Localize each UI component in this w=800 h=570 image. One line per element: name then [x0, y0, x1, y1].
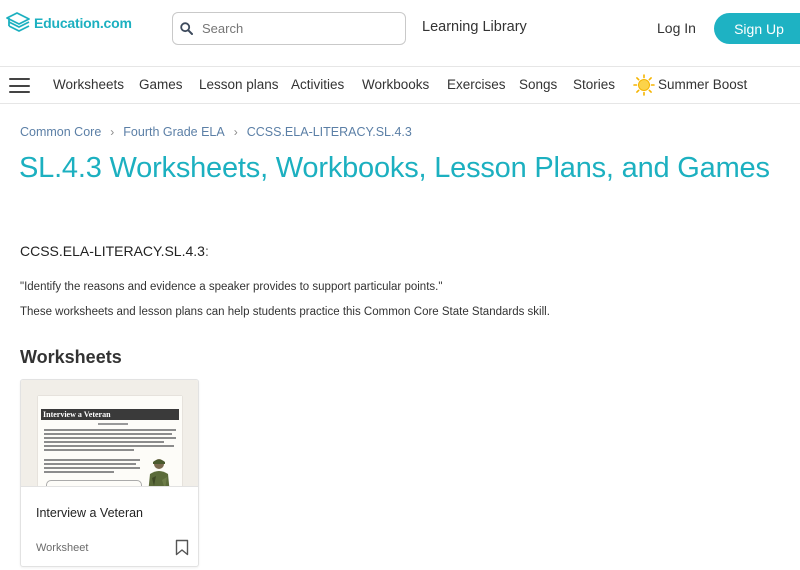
- nav-item-games[interactable]: Games: [139, 77, 183, 92]
- standard-quote: "Identify the reasons and evidence a spe…: [20, 281, 443, 293]
- worksheets-section-title: Worksheets: [20, 347, 122, 367]
- breadcrumb-common-core[interactable]: Common Core: [20, 125, 101, 139]
- standard-heading: CCSS.ELA-LITERACY.SL.4.3:: [20, 243, 209, 259]
- nav-item-activities[interactable]: Activities: [291, 77, 344, 92]
- bookmark-icon[interactable]: [175, 539, 189, 556]
- worksheet-preview-heading: Interview a Veteran: [43, 410, 111, 419]
- top-header: Education.com Learning Library Log In Si…: [0, 0, 800, 58]
- nav-item-worksheets[interactable]: Worksheets: [53, 77, 124, 92]
- nav-item-stories[interactable]: Stories: [573, 77, 615, 92]
- education-logo-icon: [6, 12, 30, 32]
- nav-item-songs[interactable]: Songs: [519, 77, 557, 92]
- site-logo[interactable]: Education.com: [5, 10, 132, 36]
- standard-description: These worksheets and lesson plans can he…: [20, 306, 550, 318]
- login-link[interactable]: Log In: [657, 20, 696, 36]
- soldier-illustration: [148, 459, 170, 486]
- chevron-right-icon: ›: [233, 125, 238, 139]
- worksheet-card[interactable]: Interview a Veteran Interview a Veteran …: [20, 379, 199, 567]
- search-icon: [180, 22, 193, 35]
- page-title: SL.4.3 Worksheets, Workbooks, Lesson Pla…: [19, 152, 770, 184]
- search-box[interactable]: [172, 12, 406, 45]
- breadcrumb-standard[interactable]: CCSS.ELA-LITERACY.SL.4.3: [247, 125, 412, 139]
- breadcrumb-fourth-grade-ela[interactable]: Fourth Grade ELA: [123, 125, 224, 139]
- worksheet-preview-page: Interview a Veteran: [38, 396, 182, 486]
- signup-button[interactable]: Sign Up: [714, 13, 800, 44]
- sun-icon: [633, 74, 655, 96]
- learning-library-link[interactable]: Learning Library: [422, 19, 527, 35]
- chevron-right-icon: ›: [110, 125, 115, 139]
- nav-item-lesson-plans[interactable]: Lesson plans: [199, 77, 279, 92]
- breadcrumb: Common Core › Fourth Grade ELA › CCSS.EL…: [20, 125, 412, 139]
- nav-item-workbooks[interactable]: Workbooks: [362, 77, 429, 92]
- standard-colon: :: [204, 243, 209, 259]
- hamburger-menu-icon[interactable]: [9, 78, 30, 93]
- logo-text: Education.com: [34, 15, 132, 31]
- standard-code: CCSS.ELA-LITERACY.SL.4.3: [20, 243, 205, 259]
- card-type-label: Worksheet: [36, 542, 89, 554]
- card-title[interactable]: Interview a Veteran: [36, 506, 143, 520]
- nav-item-summer-boost[interactable]: Summer Boost: [658, 77, 747, 92]
- category-nav: Worksheets Games Lesson plans Activities…: [0, 66, 800, 104]
- search-input[interactable]: [202, 21, 392, 36]
- worksheet-thumbnail[interactable]: Interview a Veteran: [21, 380, 198, 487]
- nav-item-exercises[interactable]: Exercises: [447, 77, 506, 92]
